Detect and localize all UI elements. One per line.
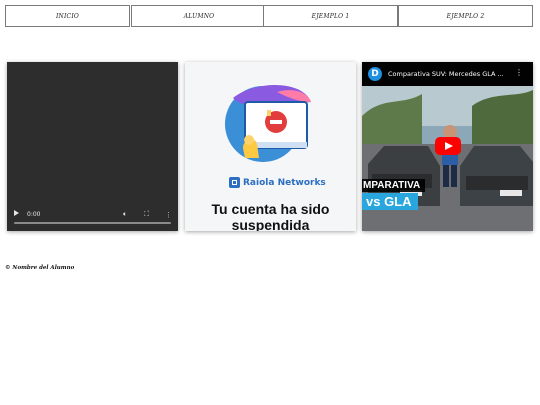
fullscreen-icon[interactable]: ⛶ [144,210,149,219]
volume-icon[interactable]: 🔈︎ [123,210,127,219]
nav-ejemplo1-button[interactable]: EJEMPLO 1 [263,5,398,27]
suspended-embed: Raiola Networks Tu cuenta ha sido suspen… [185,62,356,231]
video-progress-track[interactable] [14,222,171,224]
raiola-cube-icon [229,177,240,188]
footer-credit: © Nombre del Alumno [5,265,75,271]
nav-inicio-button[interactable]: INICIO [5,5,130,27]
youtube-play-icon[interactable] [435,137,461,155]
suspended-message: Tu cuenta ha sido suspendida [211,201,330,231]
thumbnail-caption-line2: vs GLA [362,193,418,210]
video-player[interactable]: 0:00 🔈︎ ⛶ ⋮ [7,62,178,231]
suspended-illustration [225,84,311,162]
thumbnail-caption-line1: MPARATIVA [362,179,426,192]
raiola-brand-text: Raiola Networks [243,177,326,188]
top-nav: INICIO ALUMNO EJEMPLO 1 EJEMPLO 2 [5,5,533,27]
video-controls: 0:00 🔈︎ ⛶ ⋮ [7,203,178,231]
play-icon[interactable] [14,210,19,216]
nav-alumno-button[interactable]: ALUMNO [131,5,267,27]
channel-avatar[interactable]: D [368,67,382,81]
video-time: 0:00 [27,211,41,218]
youtube-top-bar: D Comparativa SUV: Mercedes GLA ... ⋮ [362,62,533,86]
more-icon[interactable]: ⋮ [515,68,523,77]
nav-ejemplo2-button[interactable]: EJEMPLO 2 [398,5,533,27]
video-title[interactable]: Comparativa SUV: Mercedes GLA ... [388,70,504,78]
more-icon[interactable]: ⋮ [165,211,172,219]
youtube-embed[interactable]: D Comparativa SUV: Mercedes GLA ... ⋮ MP… [362,62,533,231]
raiola-logo: Raiola Networks [229,177,326,188]
